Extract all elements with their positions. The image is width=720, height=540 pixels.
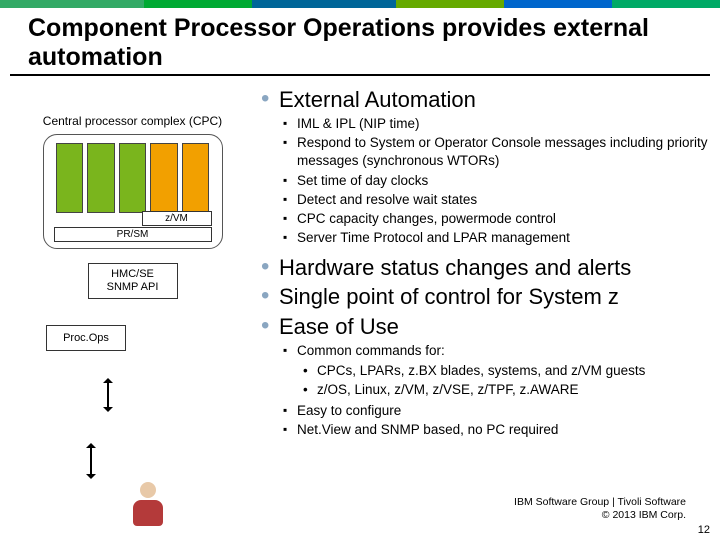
sub-bullet: CPC capacity changes, powermode control [279,210,710,228]
zvm-label: z/VM [142,211,212,226]
right-bullets: External Automation IML & IPL (NIP time)… [255,84,710,446]
lpar-bars [52,143,214,213]
footer-line1: IBM Software Group | Tivoli Software [514,496,686,509]
lpar-bar [119,143,147,213]
content-area: Central processor complex (CPC) z/VM PR/… [0,84,720,446]
sub-bullet: Set time of day clocks [279,172,710,190]
sub-bullet: Net.View and SNMP based, no PC required [279,421,710,439]
prsm-label: PR/SM [54,227,212,242]
lpar-bar [150,143,178,213]
cpc-box: z/VM PR/SM [43,134,223,249]
sub-bullet: Respond to System or Operator Console me… [279,134,710,170]
bullet-external-automation: External Automation IML & IPL (NIP time)… [261,86,710,248]
decorative-topbar [0,0,720,8]
page-number: 12 [698,524,710,536]
slide-title: Component Processor Operations provides … [10,8,710,76]
sub-bullet: IML & IPL (NIP time) [279,115,710,133]
hmc-line2: SNMP API [91,281,175,294]
hmc-line1: HMC/SE [91,268,175,281]
footer: IBM Software Group | Tivoli Software © 2… [514,496,686,522]
lpar-bar [87,143,115,213]
sub-bullet: Easy to configure [279,402,710,420]
sub-bullet: Common commands for: CPCs, LPARs, z.BX b… [279,342,710,400]
bullet-text: Ease of Use [279,314,399,339]
bullet-hardware-status: Hardware status changes and alerts [261,254,710,282]
bullet-ease-of-use: Ease of Use Common commands for: CPCs, L… [261,313,710,440]
sub-bullet: Server Time Protocol and LPAR management [279,229,710,247]
lpar-bar [182,143,210,213]
person-icon [128,482,168,534]
connector-arrow [90,444,92,478]
footer-line2: © 2013 IBM Corp. [514,509,686,522]
sub-bullet-text: Common commands for: [297,343,445,358]
hmc-box: HMC/SE SNMP API [88,263,178,299]
lpar-bar [56,143,84,213]
bullet-text: Single point of control for System z [279,284,619,309]
cpc-label: Central processor complex (CPC) [10,114,255,128]
sub-bullet: Detect and resolve wait states [279,191,710,209]
bullet-text: External Automation [279,87,476,112]
left-diagram: Central processor complex (CPC) z/VM PR/… [10,84,255,446]
subsub-bullet: z/OS, Linux, z/VM, z/VSE, z/TPF, z.AWARE [297,381,710,399]
subsub-bullet: CPCs, LPARs, z.BX blades, systems, and z… [297,362,710,380]
bullet-text: Hardware status changes and alerts [279,255,631,280]
procops-box: Proc.Ops [46,325,126,351]
bullet-single-point: Single point of control for System z [261,283,710,311]
connector-arrow [107,379,109,411]
